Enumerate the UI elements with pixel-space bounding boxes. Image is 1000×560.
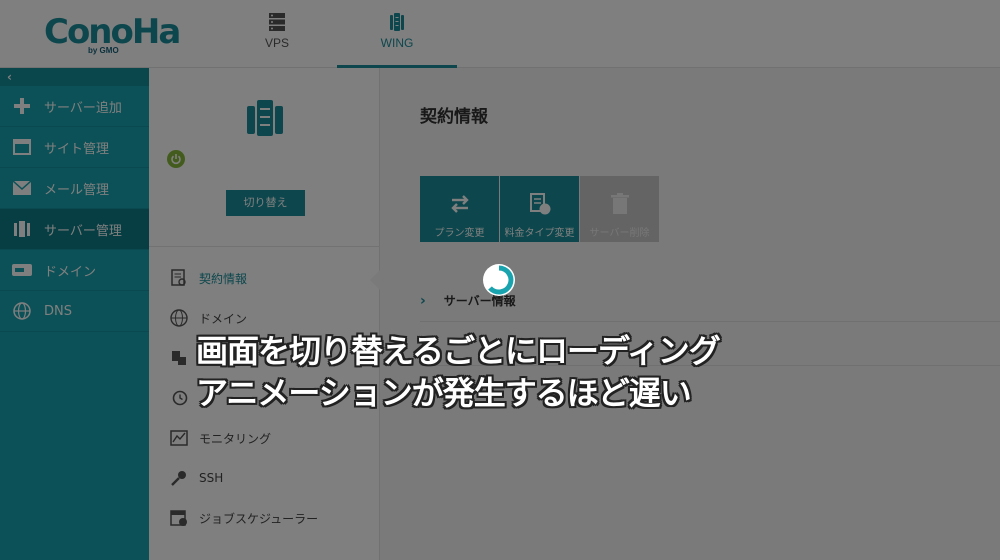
caption-line-2: アニメーションが発生するほど遅い [196,374,692,412]
loading-spinner-icon [483,264,515,296]
loading-overlay: 画面を切り替えるごとにローディング アニメーションが発生するほど遅い [0,0,1000,560]
caption-line-1: 画面を切り替えるごとにローディング [196,332,721,370]
caption-overlay: 画面を切り替えるごとにローディング アニメーションが発生するほど遅い [196,330,816,414]
